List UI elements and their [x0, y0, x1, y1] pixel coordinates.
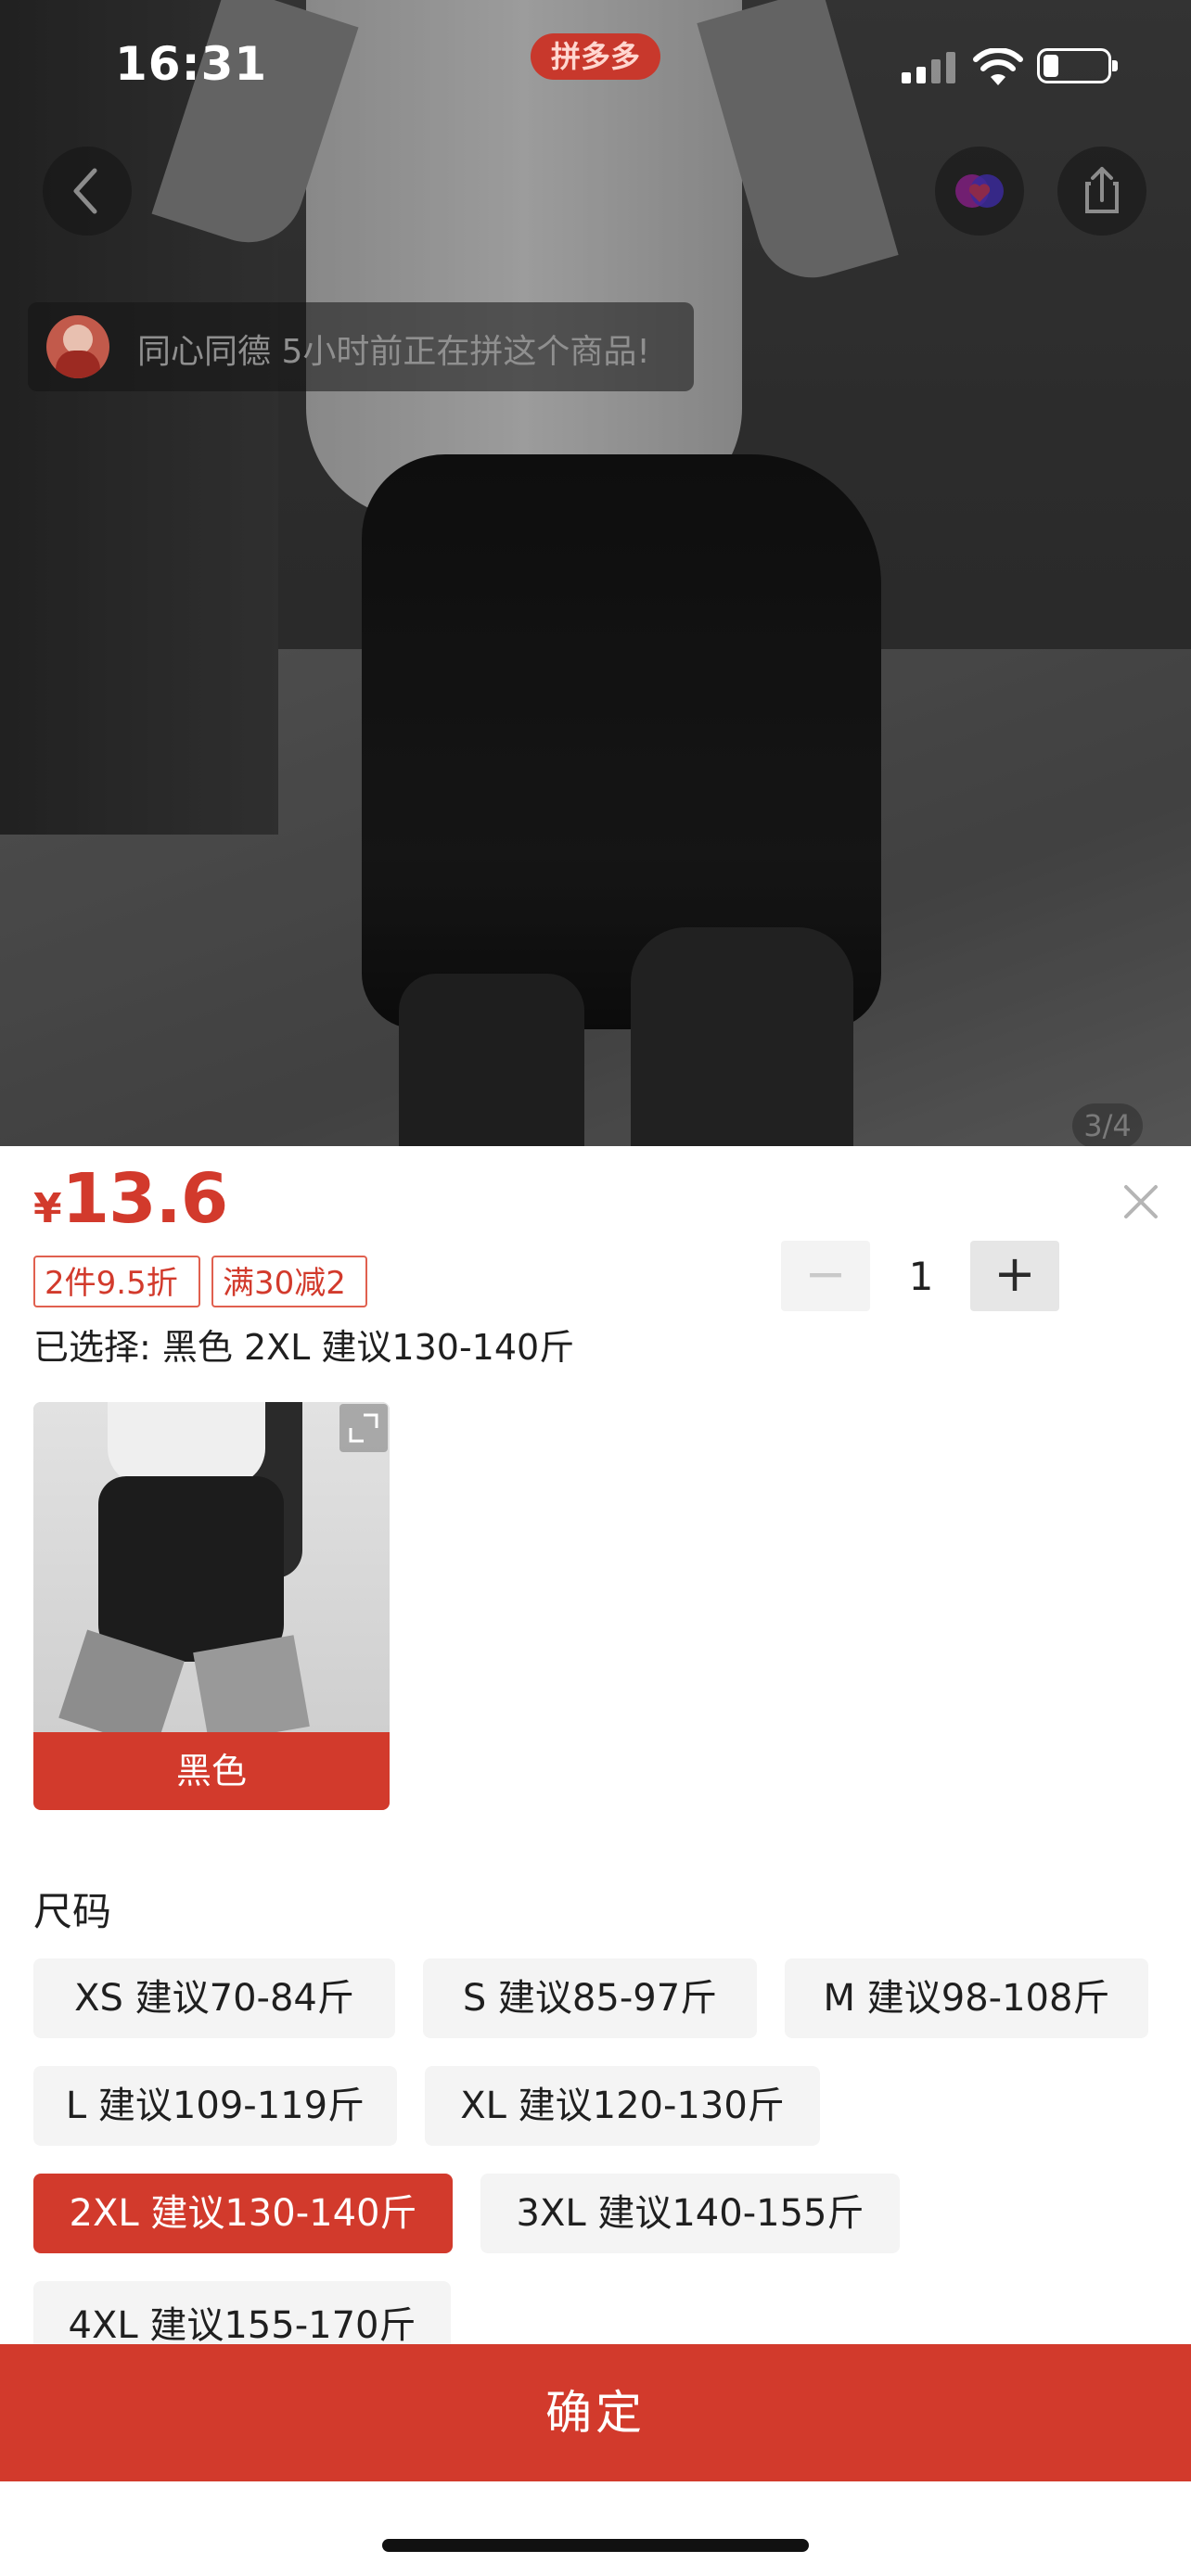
- wifi-icon: [973, 48, 1023, 85]
- status-time: 16:31: [115, 37, 268, 91]
- color-option-label: 黑色: [33, 1732, 390, 1810]
- image-counter: 3/4: [1072, 1103, 1143, 1146]
- expand-icon[interactable]: [339, 1404, 388, 1452]
- price: ¥13.6: [33, 1159, 229, 1239]
- quantity-decrease-button[interactable]: −: [781, 1241, 870, 1311]
- size-option-xs[interactable]: XS 建议70-84斤: [33, 1958, 395, 2038]
- ticker-text: 同心同德 5小时前正在拼这个商品!: [137, 333, 650, 371]
- product-photo: 16:31 拼多多 同心同德 5小时前正在拼这个商品! 3/4: [0, 0, 1191, 1146]
- share-button[interactable]: [1057, 147, 1146, 236]
- color-option-black[interactable]: 黑色: [33, 1402, 390, 1810]
- size-option-3xl[interactable]: 3XL 建议140-155斤: [480, 2174, 900, 2253]
- quantity-increase-button[interactable]: +: [970, 1241, 1059, 1311]
- size-option-2xl[interactable]: 2XL 建议130-140斤: [33, 2174, 453, 2253]
- chevron-left-icon: [73, 168, 97, 214]
- currency-symbol: ¥: [33, 1185, 62, 1232]
- signal-icon: [902, 52, 957, 83]
- selected-summary: 已选择: 黑色 2XL 建议130-140斤: [33, 1327, 575, 1368]
- coupon-badge: 2件9.5折: [33, 1256, 200, 1307]
- home-indicator[interactable]: [382, 2539, 809, 2552]
- size-option-4xl[interactable]: 4XL 建议155-170斤: [33, 2281, 451, 2344]
- close-button[interactable]: [1113, 1174, 1169, 1230]
- app-badge: 拼多多: [531, 33, 660, 80]
- back-button[interactable]: [43, 147, 132, 236]
- size-section-title: 尺码: [33, 1889, 112, 1934]
- share-icon: [1085, 167, 1119, 213]
- heart-icon: [955, 174, 1004, 208]
- color-thumbnail: [33, 1402, 390, 1732]
- close-icon: [1124, 1185, 1158, 1218]
- confirm-button[interactable]: 确定: [0, 2344, 1191, 2481]
- size-option-m[interactable]: M 建议98-108斤: [785, 1958, 1148, 2038]
- price-value: 13.6: [61, 1159, 229, 1239]
- coupon-badge: 满30减2: [211, 1256, 367, 1307]
- avatar: [46, 315, 109, 378]
- quantity-value[interactable]: 1: [889, 1254, 954, 1299]
- activity-ticker: 同心同德 5小时前正在拼这个商品!: [28, 302, 694, 391]
- size-option-l[interactable]: L 建议109-119斤: [33, 2066, 397, 2146]
- battery-icon: [1037, 48, 1118, 83]
- size-option-s[interactable]: S 建议85-97斤: [423, 1958, 757, 2038]
- favorite-button[interactable]: [935, 147, 1024, 236]
- size-option-xl[interactable]: XL 建议120-130斤: [425, 2066, 820, 2146]
